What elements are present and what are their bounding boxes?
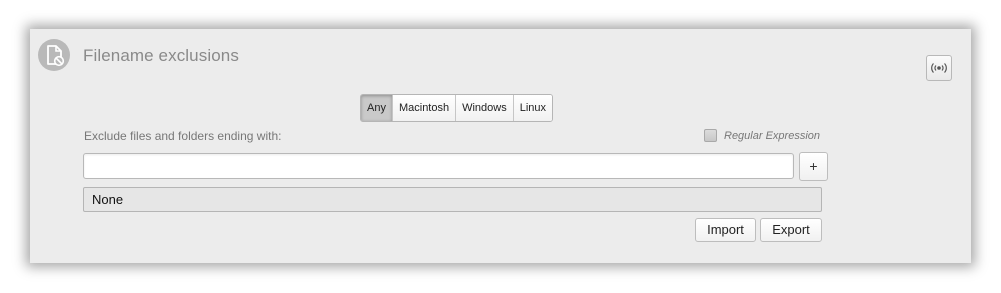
list-item[interactable]: None bbox=[92, 192, 123, 207]
platform-segmented-control: Any Macintosh Windows Linux bbox=[360, 94, 554, 122]
import-button[interactable]: Import bbox=[695, 218, 756, 242]
exclusion-list[interactable]: None bbox=[83, 187, 822, 212]
regex-checkbox[interactable] bbox=[704, 129, 717, 142]
document-blocked-icon bbox=[38, 39, 70, 71]
add-exclusion-button[interactable]: + bbox=[799, 152, 828, 181]
exclusion-input[interactable] bbox=[83, 153, 794, 179]
broadcast-button[interactable] bbox=[926, 55, 952, 81]
export-button[interactable]: Export bbox=[760, 218, 822, 242]
broadcast-icon bbox=[931, 63, 947, 73]
platform-tab-any[interactable]: Any bbox=[361, 95, 392, 121]
platform-tab-linux[interactable]: Linux bbox=[512, 95, 553, 121]
exclude-field-label: Exclude files and folders ending with: bbox=[84, 129, 282, 143]
regex-option: Regular Expression bbox=[704, 129, 820, 142]
filename-exclusions-panel: Filename exclusions Any Macintosh Window… bbox=[30, 29, 971, 263]
panel-title: Filename exclusions bbox=[83, 46, 239, 65]
platform-tab-windows[interactable]: Windows bbox=[455, 95, 513, 121]
platform-tab-macintosh[interactable]: Macintosh bbox=[391, 95, 456, 121]
regex-checkbox-label[interactable]: Regular Expression bbox=[724, 130, 820, 142]
